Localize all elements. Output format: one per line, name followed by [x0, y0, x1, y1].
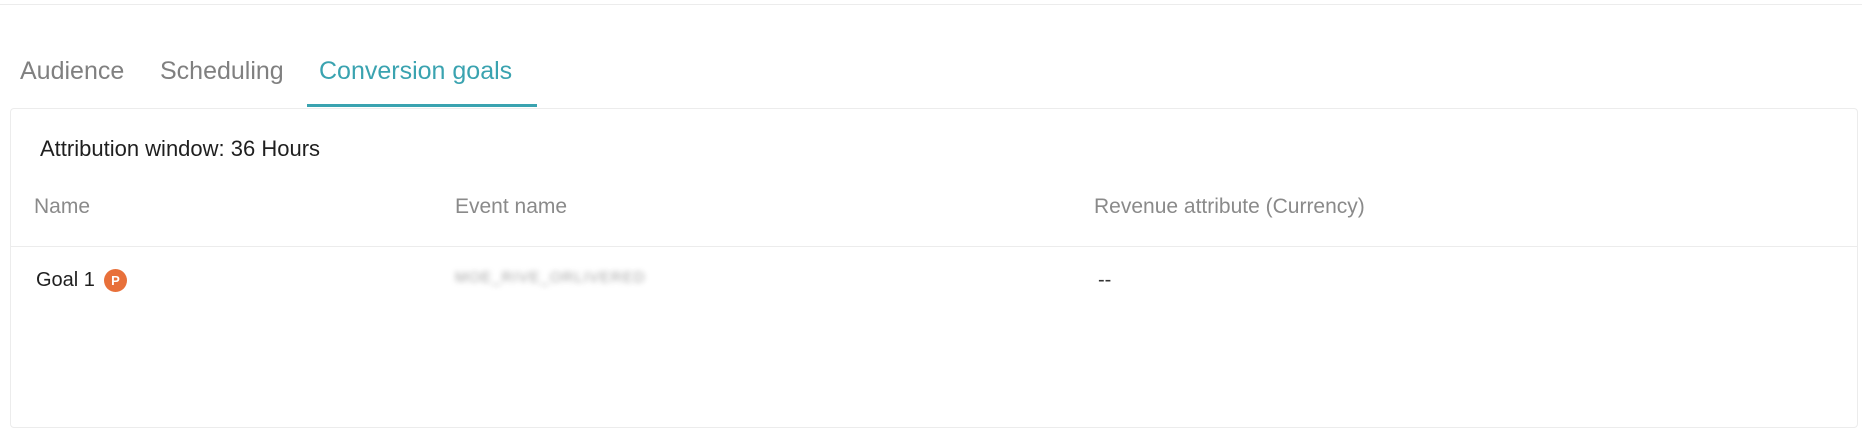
conversion-goals-panel: Attribution window: 36 Hours Name Event …: [10, 108, 1858, 428]
table-header: Name Event name Revenue attribute (Curre…: [11, 195, 1857, 247]
tab-scheduling[interactable]: Scheduling: [160, 46, 307, 106]
table-row: Goal 1 P MOE_RIVE_ORLIVERED --: [11, 247, 1857, 311]
attribution-window-label: Attribution window: 36 Hours: [40, 136, 321, 161]
revenue-attribute-value: --: [1098, 269, 1112, 291]
column-header-event-name: Event name: [455, 195, 568, 218]
goal-name-cell: Goal 1 P: [36, 269, 127, 292]
column-header-name: Name: [34, 195, 91, 218]
tab-conversion-goals[interactable]: Conversion goals: [307, 46, 537, 107]
event-name-value: MOE_RIVE_ORLIVERED: [455, 269, 646, 286]
top-divider: [0, 4, 1862, 5]
tab-bar: Audience Scheduling Conversion goals: [20, 46, 537, 107]
primary-goal-badge: P: [103, 269, 127, 292]
tab-audience[interactable]: Audience: [20, 46, 160, 106]
goal-name: Goal 1: [36, 269, 95, 291]
column-header-revenue-attribute: Revenue attribute (Currency): [1094, 195, 1365, 218]
